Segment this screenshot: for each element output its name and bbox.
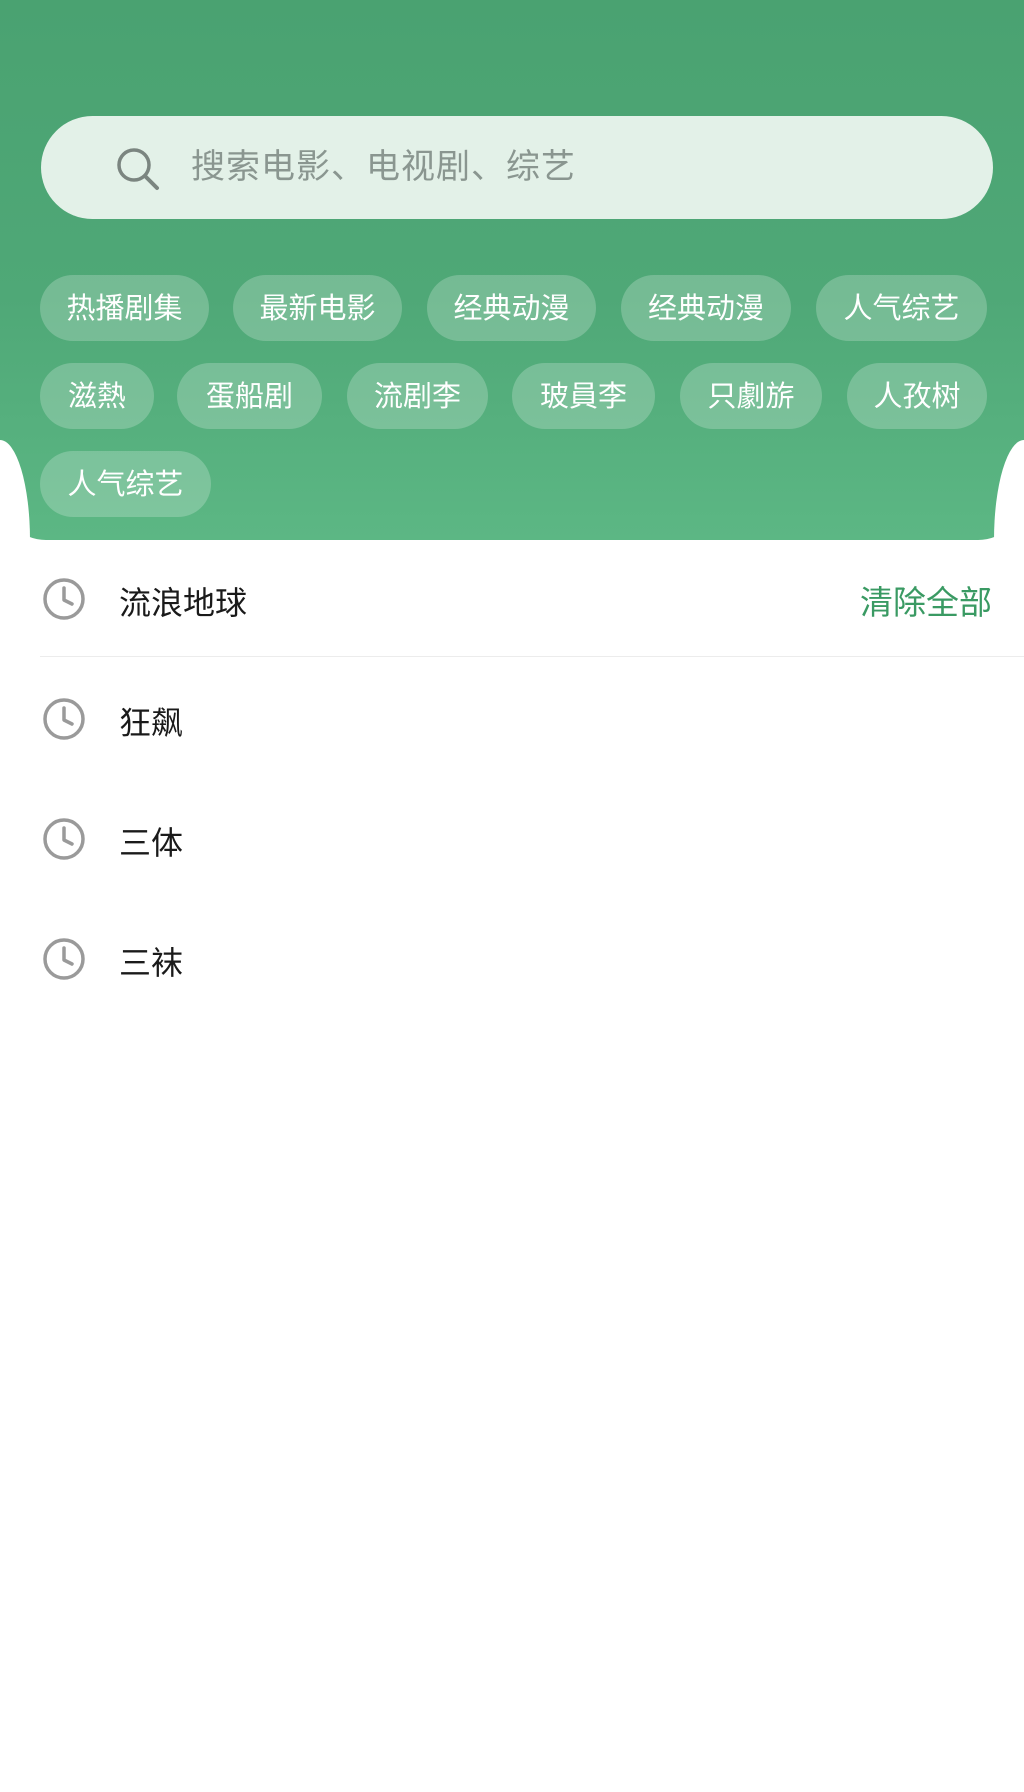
history-item-label: 狂飙 [119,704,184,742]
tag-chip[interactable]: 人孜树 [847,363,987,429]
tag-chip[interactable]: 蛋船剧 [177,363,322,429]
history-item[interactable]: 三体 [0,778,1024,898]
tag-chip[interactable]: 经典动漫 [621,275,791,341]
tag-chip[interactable]: 最新电影 [233,275,402,341]
tag-chip[interactable]: 人气综艺 [816,275,987,341]
tag-chip[interactable]: 人气综艺 [40,451,211,517]
clock-icon [43,698,85,740]
history-item[interactable]: 狂飙 [0,658,1024,778]
clock-icon [43,818,85,860]
history-item[interactable]: 流浪地球 清除全部 [0,538,1024,658]
history-item-label: 三体 [119,824,184,862]
history-item-label: 三袜 [119,944,184,982]
history-item-label: 流浪地球 [119,584,248,622]
tag-chip[interactable]: 只劇旂 [680,363,822,429]
clock-icon [43,578,85,620]
tag-chip[interactable]: 经典动漫 [427,275,596,341]
search-input[interactable]: 搜索电影、电视剧、综艺 [191,116,576,219]
search-icon [117,148,159,190]
divider [40,656,1024,657]
search-bar[interactable]: 搜索电影、电视剧、综艺 [41,116,993,219]
clock-icon [43,938,85,980]
tag-chip[interactable]: 流剧李 [347,363,488,429]
tag-chip[interactable]: 热播剧集 [40,275,209,341]
tag-chip[interactable]: 滋熱 [40,363,154,429]
history-item[interactable]: 三袜 [0,898,1024,1018]
clear-all-button[interactable]: 清除全部 [860,576,992,624]
tag-chip[interactable]: 玻員李 [512,363,655,429]
